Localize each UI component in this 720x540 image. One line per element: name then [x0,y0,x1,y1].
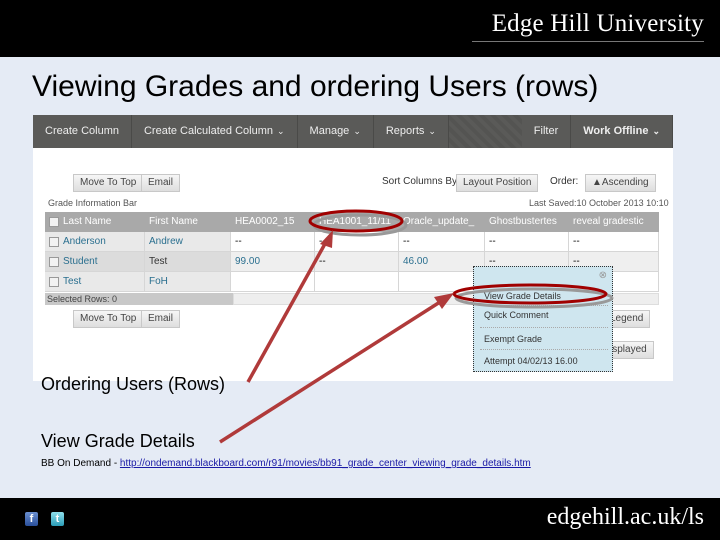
menu-divider [480,327,608,328]
last-name-cell[interactable]: Test [63,276,81,287]
order-label: Order: [550,176,579,187]
sort-columns-select[interactable]: Layout Position [456,174,539,192]
chevron-down-icon: ⌄ [277,126,285,136]
last-name-cell[interactable]: Anderson [63,236,106,247]
grade-cell[interactable]: 99.00 [231,252,315,272]
first-name-cell: Andrew [145,232,231,252]
last-saved: Last Saved:10 October 2013 10:10 [529,198,669,208]
facebook-icon[interactable]: f [25,512,38,526]
grade-cell[interactable]: -- [569,232,659,252]
select-all-checkbox[interactable] [49,217,59,227]
email-menu[interactable]: Email [141,174,181,192]
col-ghostbustertes[interactable]: Ghostbustertes [489,212,557,232]
grade-cell[interactable]: -- [485,232,569,252]
caption-view-grade-details: View Grade Details [41,431,195,451]
row-checkbox[interactable] [49,257,59,267]
chevron-down-icon: ⌄ [652,126,660,136]
manage-menu[interactable]: Manage ⌄ [298,115,374,148]
reference-line: BB On Demand - http://ondemand.blackboar… [41,458,531,469]
grade-center-screenshot: Create Column Create Calculated Column ⌄ … [33,115,673,381]
grade-cell[interactable]: -- [231,232,315,252]
slide-title: Viewing Grades and ordering Users (rows) [32,70,599,103]
grade-cell[interactable]: -- [315,252,399,272]
twitter-icon[interactable]: t [51,512,64,526]
chevron-down-icon: ⌄ [353,126,361,136]
row-checkbox[interactable] [49,237,59,247]
chevron-down-icon: ⌄ [428,126,436,136]
col-reveal-gradestic[interactable]: reveal gradestic [573,212,644,232]
row-checkbox[interactable] [49,277,59,287]
col-last-name[interactable]: Last Name [63,212,111,232]
toolbar-spacer [448,115,522,148]
logo-underline [472,41,704,42]
filter-button[interactable]: Filter [522,115,572,148]
reference-prefix: BB On Demand - [41,458,120,469]
work-offline-menu[interactable]: Work Offline ⌄ [571,115,673,148]
site-url: edgehill.ac.uk/ls [546,504,704,530]
col-hea1001[interactable]: HEA1001_11/11 [319,212,391,232]
grade-cell[interactable] [231,272,315,292]
col-hea0002[interactable]: HEA0002_15 [235,212,295,232]
first-name-cell: Test [145,252,231,272]
col-oracle-update[interactable]: Oracle_update_ [403,212,474,232]
header-bar: Edge Hill University [0,0,720,57]
grade-cell[interactable]: -- [399,232,485,252]
selected-rows-count: Selected Rows: 0 [45,293,233,305]
create-column-button[interactable]: Create Column [33,115,132,148]
menu-item-quick-comment[interactable]: Quick Comment [484,310,549,320]
grade-info-bar: Grade Information Bar [48,198,138,208]
sort-columns-label: Sort Columns By: [382,176,460,187]
last-name-cell[interactable]: Student [63,256,97,267]
menu-item-exempt-grade[interactable]: Exempt Grade [484,334,542,344]
col-first-name[interactable]: First Name [149,212,198,232]
action-bar: Create Column Create Calculated Column ⌄ … [33,115,673,148]
table-row: Anderson Andrew -- -- -- -- -- [45,232,659,252]
menu-item-view-grade-details[interactable]: View Grade Details [484,291,561,301]
grade-context-menu: ⊗ View Grade Details Quick Comment Exemp… [473,266,613,372]
email-menu-bottom[interactable]: Email [141,310,181,328]
order-select[interactable]: ▲Ascending [585,174,656,192]
menu-item-attempt[interactable]: Attempt 04/02/13 16.00 [484,356,578,366]
menu-divider [480,349,608,350]
footer-bar: f t edgehill.ac.uk/ls [0,498,720,540]
close-icon[interactable]: ⊗ [599,270,607,281]
first-name-cell: FoH [145,272,231,292]
reports-menu[interactable]: Reports ⌄ [374,115,449,148]
ondemand-link[interactable]: http://ondemand.blackboard.com/r91/movie… [120,458,531,469]
move-to-top-button-bottom[interactable]: Move To Top [73,310,144,328]
caption-ordering-users: Ordering Users (Rows) [41,374,226,394]
menu-divider [480,305,608,306]
grade-cell[interactable] [315,272,399,292]
create-calculated-column-menu[interactable]: Create Calculated Column ⌄ [132,115,298,148]
grid-header: Last Name First Name HEA0002_15 HEA1001_… [45,212,659,232]
university-logo: Edge Hill University [491,10,704,37]
move-to-top-button[interactable]: Move To Top [73,174,144,192]
grade-cell[interactable]: -- [315,232,399,252]
